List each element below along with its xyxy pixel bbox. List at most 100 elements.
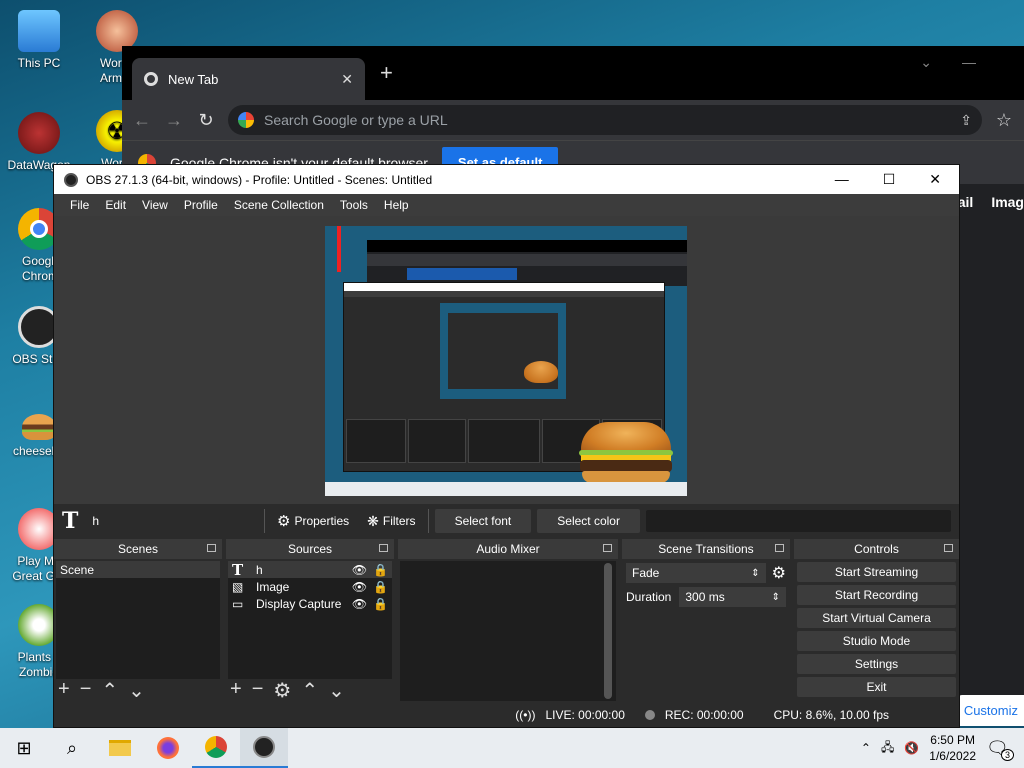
- chevron-up-icon[interactable]: ⌃: [861, 741, 871, 755]
- menu-view[interactable]: View: [134, 198, 176, 212]
- gear-icon[interactable]: ⚙: [772, 563, 786, 583]
- desktop-icon-this-pc[interactable]: This PC: [4, 10, 74, 71]
- network-icon[interactable]: 🖧: [881, 738, 894, 759]
- lock-icon[interactable]: 🔒: [373, 597, 388, 611]
- close-icon[interactable]: ✕: [929, 171, 941, 188]
- chrome-tab[interactable]: New Tab ✕: [132, 58, 365, 100]
- scene-transitions-title: Scene Transitions: [658, 542, 754, 556]
- computer-icon: [18, 10, 60, 52]
- select-font-button[interactable]: Select font: [434, 509, 532, 533]
- properties-button[interactable]: ⚙ Properties: [271, 509, 355, 533]
- list-item[interactable]: ▭ Display Capture 👁 🔒: [228, 595, 392, 612]
- scenes-list[interactable]: Scene: [56, 561, 220, 679]
- move-up-icon[interactable]: ⌃: [301, 678, 318, 703]
- menu-edit[interactable]: Edit: [97, 198, 134, 212]
- forward-arrow-icon[interactable]: →: [164, 110, 184, 131]
- firefox-icon[interactable]: [144, 728, 192, 768]
- images-link[interactable]: Imag: [991, 194, 1024, 210]
- selected-source-name: h: [92, 514, 100, 528]
- cpu-fps: CPU: 8.6%, 10.00 fps: [773, 708, 889, 722]
- remove-icon[interactable]: −: [80, 678, 92, 703]
- controls-title: Controls: [854, 542, 899, 556]
- duration-spinbox[interactable]: 300 ms ⇕: [679, 587, 786, 607]
- add-icon[interactable]: +: [58, 678, 70, 703]
- notification-count: 3: [1000, 748, 1014, 761]
- gear-icon: ⚙: [277, 513, 291, 530]
- clock[interactable]: 6:50 PM 1/6/2022: [929, 732, 976, 764]
- duration-label: Duration: [626, 590, 672, 604]
- eye-icon[interactable]: 👁: [352, 563, 367, 577]
- menu-profile[interactable]: Profile: [176, 198, 226, 212]
- undock-icon[interactable]: [603, 544, 612, 552]
- back-arrow-icon[interactable]: ←: [132, 110, 152, 131]
- maximize-icon[interactable]: ☐: [883, 171, 896, 188]
- filters-button[interactable]: ❋ Filters: [361, 510, 421, 533]
- undock-icon[interactable]: [775, 544, 784, 552]
- notifications-button[interactable]: 🗨 3: [986, 738, 1014, 761]
- burger-image-source[interactable]: [579, 422, 673, 484]
- volume-muted-icon[interactable]: 🔇: [904, 741, 919, 755]
- sources-list[interactable]: T h 👁 🔒 ▧ Image 👁 🔒 ▭ Display Capture 👁 …: [228, 561, 392, 679]
- reload-icon[interactable]: ↻: [196, 110, 216, 131]
- chrome-taskbar-icon[interactable]: [192, 728, 240, 768]
- new-tab-button[interactable]: +: [380, 60, 393, 86]
- audio-mixer-area: [400, 561, 616, 701]
- tab-search-icon[interactable]: ⌄: [920, 54, 962, 70]
- settings-button[interactable]: Settings: [797, 654, 956, 674]
- scene-transitions-dock: Scene Transitions Fade ⇕ ⚙ Duration 300 …: [622, 539, 790, 705]
- obs-taskbar-icon[interactable]: [240, 728, 288, 768]
- spin-arrows-icon: ⇕: [771, 591, 780, 603]
- scrollbar[interactable]: [604, 563, 612, 699]
- bookmark-star-icon[interactable]: ☆: [994, 110, 1014, 131]
- tab-close-icon[interactable]: ✕: [341, 71, 353, 88]
- customize-chrome-button[interactable]: Customiz: [957, 695, 1024, 726]
- start-button[interactable]: ⊞: [0, 728, 48, 768]
- exit-button[interactable]: Exit: [797, 677, 956, 697]
- preview-canvas[interactable]: [325, 226, 687, 496]
- list-item[interactable]: ▧ Image 👁 🔒: [228, 578, 392, 595]
- record-dot-icon: [644, 710, 655, 720]
- share-icon[interactable]: ⇪: [960, 112, 972, 129]
- obs-window-title: OBS 27.1.3 (64-bit, windows) - Profile: …: [86, 172, 433, 187]
- eye-icon[interactable]: 👁: [352, 580, 367, 594]
- undock-icon[interactable]: [379, 544, 388, 552]
- move-down-icon[interactable]: ⌄: [328, 678, 345, 703]
- menu-tools[interactable]: Tools: [332, 198, 376, 212]
- start-streaming-button[interactable]: Start Streaming: [797, 562, 956, 582]
- system-tray: ⌃ 🖧 🔇 6:50 PM 1/6/2022 🗨 3: [861, 732, 1024, 764]
- minimize-icon[interactable]: —: [962, 54, 1006, 70]
- remove-icon[interactable]: −: [252, 678, 264, 703]
- gear-icon[interactable]: ⚙: [273, 678, 291, 703]
- studio-mode-button[interactable]: Studio Mode: [797, 631, 956, 651]
- lock-icon[interactable]: 🔒: [373, 580, 388, 594]
- move-up-icon[interactable]: ⌃: [101, 678, 118, 703]
- rec-time: REC: 00:00:00: [664, 708, 744, 722]
- file-explorer-icon[interactable]: [96, 728, 144, 768]
- preview-red-handle: [337, 226, 341, 272]
- undock-icon[interactable]: [207, 544, 216, 552]
- start-virtual-camera-button[interactable]: Start Virtual Camera: [797, 608, 956, 628]
- audio-mixer-title: Audio Mixer: [476, 542, 540, 556]
- move-down-icon[interactable]: ⌄: [128, 678, 145, 703]
- obs-statusbar: ((•)) LIVE: 00:00:00 REC: 00:00:00 CPU: …: [54, 703, 959, 727]
- preview-area[interactable]: [54, 216, 959, 504]
- add-icon[interactable]: +: [230, 678, 242, 703]
- menu-scene-collection[interactable]: Scene Collection: [226, 198, 332, 212]
- controls-dock: Controls Start Streaming Start Recording…: [794, 539, 959, 705]
- lock-icon[interactable]: 🔒: [373, 563, 388, 577]
- list-item[interactable]: T h 👁 🔒: [228, 561, 392, 579]
- menu-help[interactable]: Help: [376, 198, 417, 212]
- minimize-icon[interactable]: —: [835, 171, 849, 188]
- start-recording-button[interactable]: Start Recording: [797, 585, 956, 605]
- search-icon[interactable]: ⌕: [48, 728, 96, 768]
- obs-logo-icon: [64, 172, 78, 187]
- text-input[interactable]: [645, 510, 951, 532]
- select-color-button[interactable]: Select color: [537, 509, 640, 533]
- list-item[interactable]: Scene: [56, 561, 220, 578]
- eye-icon[interactable]: 👁: [352, 597, 367, 611]
- menu-file[interactable]: File: [62, 198, 97, 212]
- obs-window[interactable]: OBS 27.1.3 (64-bit, windows) - Profile: …: [53, 164, 960, 728]
- address-bar[interactable]: Search Google or type a URL ⇪: [228, 105, 982, 135]
- transition-select[interactable]: Fade ⇕: [626, 563, 766, 583]
- undock-icon[interactable]: [944, 544, 953, 552]
